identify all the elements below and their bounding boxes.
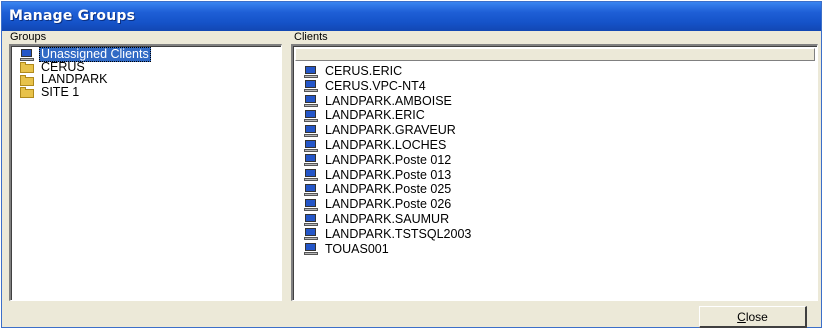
- close-button[interactable]: Close: [699, 306, 807, 328]
- computer-icon: [303, 242, 319, 256]
- computer-icon: [303, 65, 319, 79]
- computer-icon: [303, 168, 319, 182]
- client-item[interactable]: TOUAS001: [303, 242, 391, 257]
- window-title: Manage Groups: [9, 8, 136, 24]
- client-item[interactable]: LANDPARK.GRAVEUR: [303, 123, 458, 138]
- client-item-label: LANDPARK.Poste 025: [325, 182, 452, 197]
- client-item-label: LANDPARK.ERIC: [325, 108, 425, 123]
- client-item-label: LANDPARK.TSTSQL2003: [325, 226, 472, 241]
- computer-icon: [303, 183, 319, 197]
- client-item[interactable]: LANDPARK.Poste 026: [303, 197, 453, 212]
- group-item[interactable]: SITE 1: [19, 85, 81, 100]
- title-bar[interactable]: Manage Groups: [2, 2, 821, 31]
- computer-icon: [303, 153, 319, 167]
- client-item-label: LANDPARK.GRAVEUR: [325, 123, 456, 138]
- pane-splitter[interactable]: [282, 31, 291, 302]
- clients-list[interactable]: CERUS.ERIC CERUS.VPC-NT4 LANDPARK.AMBOISE L…: [291, 44, 818, 301]
- clients-header: Clients: [294, 31, 814, 44]
- computer-icon: [303, 79, 319, 93]
- client-item-label: LANDPARK.SAUMUR: [325, 212, 450, 226]
- client-item-label: CERUS.ERIC: [325, 64, 403, 78]
- computer-icon: [303, 139, 319, 153]
- groups-header: Groups: [10, 31, 282, 44]
- client-item[interactable]: LANDPARK.LOCHES: [303, 138, 448, 153]
- close-button-mnemonic: C: [737, 310, 746, 324]
- client-item-label: LANDPARK.Poste 013: [325, 167, 452, 182]
- computer-icon: [303, 198, 319, 212]
- client-item[interactable]: LANDPARK.TSTSQL2003: [303, 227, 473, 242]
- manage-groups-window: Manage Groups Groups Clients Unassigned …: [1, 1, 822, 328]
- groups-tree[interactable]: Unassigned Clients CERUS LANDPARK SITE 1: [9, 44, 282, 301]
- client-item-label: CERUS.VPC-NT4: [325, 78, 426, 93]
- client-item-label: LANDPARK.Poste 026: [325, 197, 452, 212]
- folder-icon: [19, 85, 35, 99]
- computer-icon: [303, 213, 319, 227]
- computer-icon: [303, 124, 319, 138]
- client-item-label: LANDPARK.Poste 012: [325, 152, 452, 167]
- client-item-label: LANDPARK.AMBOISE: [325, 93, 452, 108]
- close-button-label: lose: [745, 310, 768, 324]
- client-item[interactable]: CERUS.VPC-NT4: [303, 79, 428, 94]
- client-item-label: LANDPARK.LOCHES: [325, 138, 447, 152]
- client-item[interactable]: LANDPARK.Poste 012: [303, 153, 453, 168]
- client-item[interactable]: LANDPARK.Poste 013: [303, 168, 453, 183]
- clients-column-header[interactable]: [295, 48, 815, 61]
- group-item-label: SITE 1: [41, 84, 80, 99]
- computer-icon: [303, 109, 319, 123]
- client-item[interactable]: CERUS.ERIC: [303, 64, 404, 79]
- computer-icon: [303, 94, 319, 108]
- client-item[interactable]: LANDPARK.Poste 025: [303, 182, 453, 197]
- client-item[interactable]: LANDPARK.ERIC: [303, 108, 427, 123]
- computer-icon: [303, 227, 319, 241]
- client-item[interactable]: LANDPARK.SAUMUR: [303, 212, 451, 227]
- client-item-label: TOUAS001: [325, 241, 389, 256]
- client-item[interactable]: LANDPARK.AMBOISE: [303, 94, 454, 109]
